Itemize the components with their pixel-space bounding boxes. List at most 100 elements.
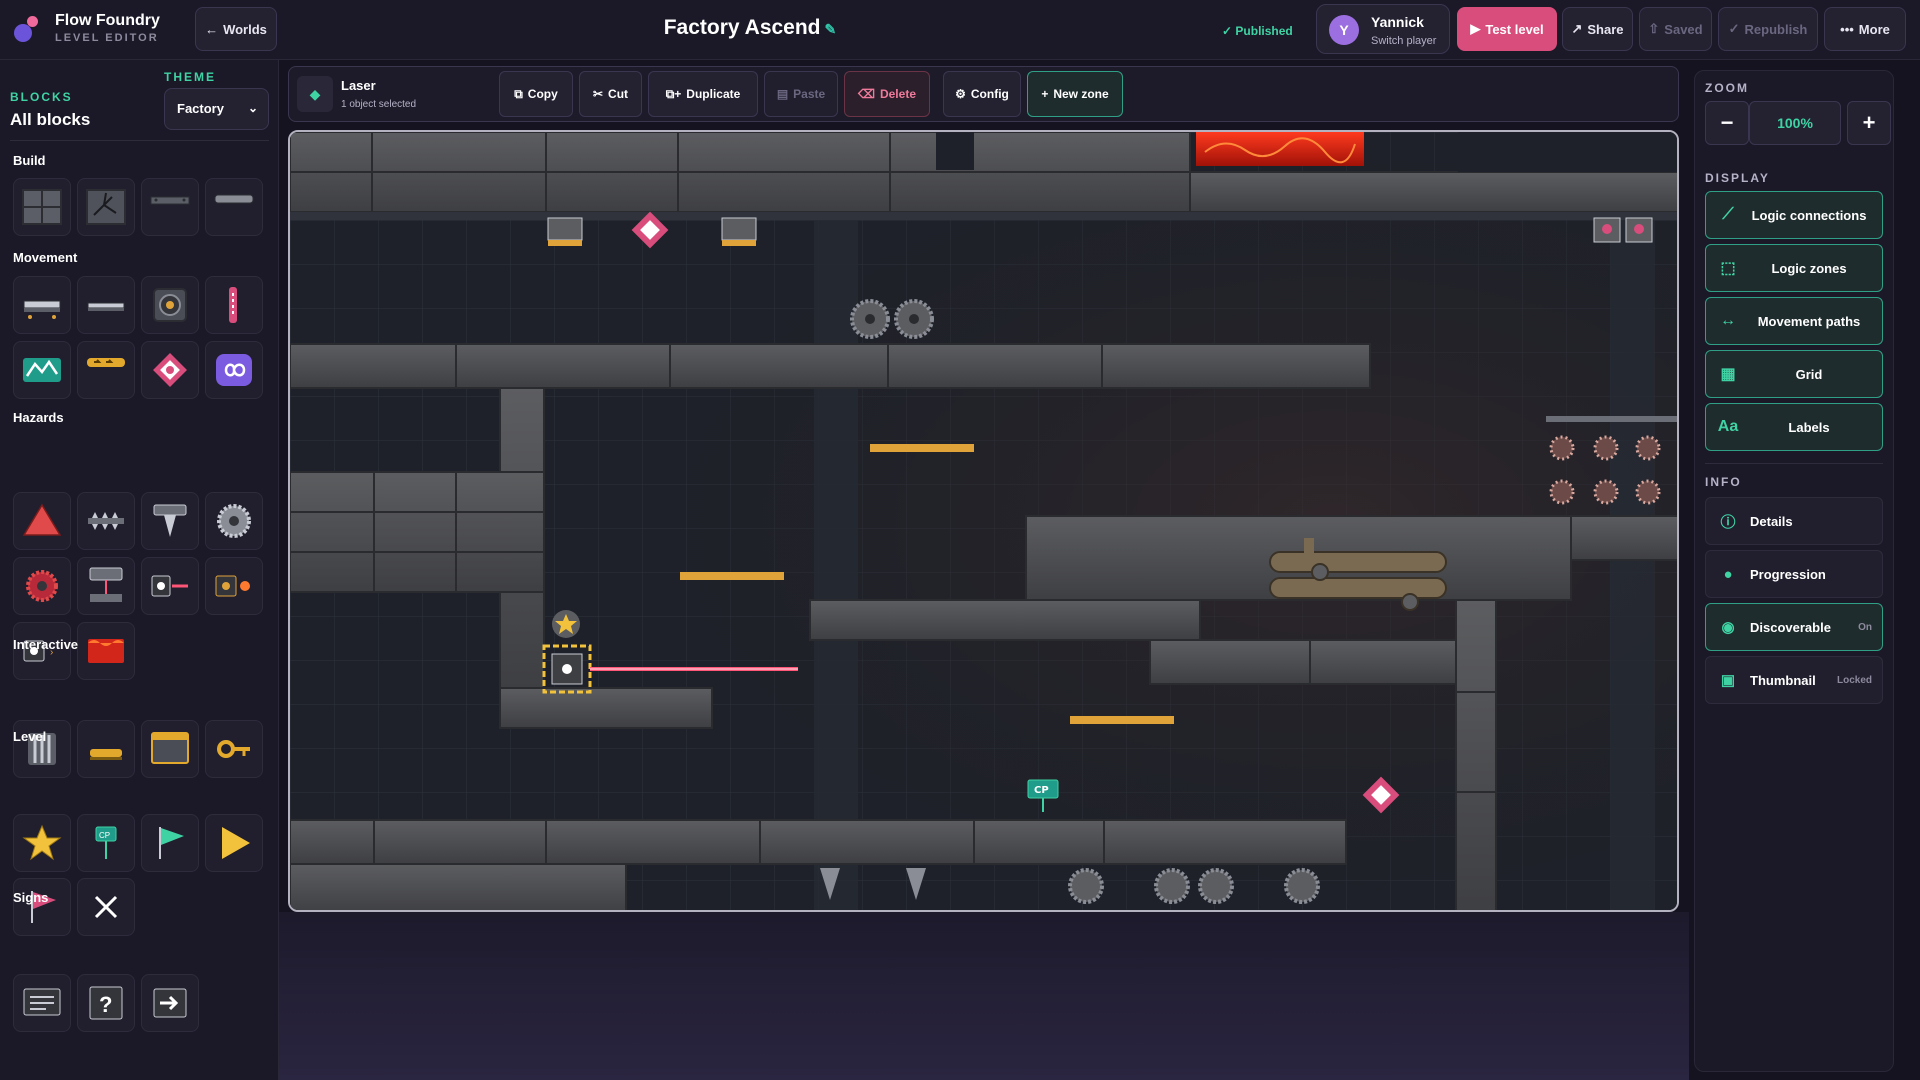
info-discoverable[interactable]: ◉ Discoverable On — [1705, 603, 1883, 651]
upper-rail — [290, 212, 1677, 220]
zoom-in-button[interactable]: + — [1847, 101, 1891, 145]
plus-icon: + — [1041, 87, 1049, 101]
toggle-logic-zones[interactable]: ⬚ Logic zones — [1705, 244, 1883, 292]
info-thumbnail[interactable]: ▣ Thumbnail Locked — [1705, 656, 1883, 704]
block-infinite-loop[interactable] — [205, 341, 263, 399]
level-canvas[interactable]: CP — [288, 130, 1679, 912]
block-star[interactable] — [13, 814, 71, 872]
edit-pencil-icon[interactable]: ✎ — [825, 21, 837, 37]
block-drill-crusher[interactable] — [141, 492, 199, 550]
crusher-icon — [153, 504, 187, 537]
block-thin-platform[interactable] — [141, 178, 199, 236]
category-hazards: Hazards — [13, 410, 64, 425]
zoom-level[interactable]: 100% — [1749, 101, 1841, 145]
top-bar: Flow Foundry LEVEL EDITOR ← Worlds Facto… — [0, 0, 1920, 60]
checkpoint-icon: CP — [95, 826, 117, 859]
block-saw-blade[interactable] — [205, 492, 263, 550]
copy-button[interactable]: ⧉ Copy — [499, 71, 573, 117]
switch-player-label: Switch player — [1371, 35, 1437, 47]
clipboard-icon: ▤ — [776, 87, 789, 101]
right-column — [1455, 599, 1497, 910]
bg-pillar — [1610, 212, 1654, 910]
block-finish-flag[interactable] — [13, 878, 71, 936]
block-lava[interactable] — [77, 622, 135, 680]
block-cracked-wall[interactable] — [77, 178, 135, 236]
test-level-button[interactable]: ▶ Test level — [1457, 7, 1557, 51]
connection-icon: ⟋ — [1722, 206, 1734, 223]
block-arrow-sign[interactable] — [141, 974, 199, 1032]
delete-button[interactable]: ⌫ Delete — [844, 71, 930, 117]
block-checkpoint[interactable]: CP — [77, 814, 135, 872]
text-aa-icon: Aa — [1717, 418, 1739, 435]
star-collectible — [552, 610, 580, 638]
share-button[interactable]: ↗ Share — [1562, 7, 1633, 51]
info-progression[interactable]: ● Progression — [1705, 550, 1883, 598]
block-conveyor[interactable] — [77, 341, 135, 399]
block-text-sign[interactable] — [13, 974, 71, 1032]
new-zone-button[interactable]: + New zone — [1027, 71, 1123, 117]
block-metal-wall[interactable] — [13, 178, 71, 236]
block-pressure-plate[interactable] — [77, 720, 135, 778]
block-start-flag[interactable] — [141, 814, 199, 872]
zone-icon: ⬚ — [1720, 260, 1736, 277]
block-spike-bar[interactable] — [77, 492, 135, 550]
block-question-sign[interactable]: ? — [77, 974, 135, 1032]
all-blocks-filter[interactable]: All blocks — [10, 110, 90, 130]
category-movement: Movement — [13, 250, 78, 265]
saved-button: ⇧ Saved — [1639, 7, 1712, 51]
red-saw-icon — [26, 570, 58, 602]
block-fire-emitter[interactable] — [205, 557, 263, 615]
plus-icon: + — [1862, 110, 1876, 135]
block-red-saw[interactable] — [13, 557, 71, 615]
block-exit[interactable] — [205, 814, 263, 872]
bounce-pad-icon — [23, 358, 61, 382]
cut-button[interactable]: ✂ Cut — [579, 71, 642, 117]
avatar: Y — [1329, 15, 1359, 45]
paste-button[interactable]: ▤ Paste — [764, 71, 838, 117]
block-door[interactable] — [141, 720, 199, 778]
block-eraser[interactable] — [77, 878, 135, 936]
info-details[interactable]: ⓘ Details — [1705, 497, 1883, 545]
toggle-movement-paths[interactable]: ↔ Movement paths — [1705, 297, 1883, 345]
cracked-wall-icon — [86, 189, 126, 225]
star-icon — [22, 824, 62, 861]
thin-platform-icon — [150, 196, 190, 205]
info-icon: ⓘ — [1720, 513, 1736, 531]
app-name: Flow Foundry — [55, 12, 160, 29]
worlds-button[interactable]: ← Worlds — [195, 7, 277, 51]
arrow-left-icon: ← — [205, 21, 219, 37]
block-ledge[interactable] — [205, 178, 263, 236]
zoom-out-button[interactable]: − — [1705, 101, 1749, 145]
saw-blade-icon — [217, 504, 251, 538]
discoverable-status: On — [1858, 621, 1872, 633]
toggle-labels[interactable]: Aa Labels — [1705, 403, 1883, 451]
block-laser-gate[interactable] — [77, 557, 135, 615]
block-teleporter[interactable] — [141, 341, 199, 399]
block-key[interactable] — [205, 720, 263, 778]
progression-icon: ● — [1723, 565, 1733, 583]
check-icon: ✓ — [1222, 24, 1233, 38]
more-button[interactable]: ••• More — [1824, 7, 1906, 51]
duplicate-button[interactable]: ⧉+ Duplicate — [648, 71, 758, 117]
republish-button[interactable]: ✓ Republish — [1718, 7, 1818, 51]
delete-icon: ⌫ — [858, 87, 875, 101]
block-bounce-pad[interactable] — [13, 341, 71, 399]
block-spike-trap[interactable] — [13, 492, 71, 550]
block-rail-platform[interactable] — [77, 276, 135, 334]
upper-shelf — [290, 343, 1371, 389]
teleporter-icon — [153, 353, 187, 387]
arrow-right-sign-icon — [153, 988, 187, 1018]
infinity-icon — [216, 354, 252, 386]
rail-platform-icon — [87, 302, 125, 311]
block-vertical-mover[interactable] — [205, 276, 263, 334]
block-laser[interactable] — [141, 557, 199, 615]
block-moving-platform[interactable] — [13, 276, 71, 334]
block-rotator[interactable] — [141, 276, 199, 334]
theme-select[interactable]: Factory ⌄ — [164, 88, 269, 130]
player-switcher[interactable]: Y Yannick Switch player — [1316, 4, 1450, 54]
spike-triangle-icon — [22, 503, 62, 536]
config-button[interactable]: ⚙ Config — [943, 71, 1021, 117]
level-title[interactable]: Factory Ascend ✎ — [560, 16, 940, 40]
toggle-grid[interactable]: ▦ Grid — [1705, 350, 1883, 398]
toggle-logic-connections[interactable]: ⟋ Logic connections — [1705, 191, 1883, 239]
